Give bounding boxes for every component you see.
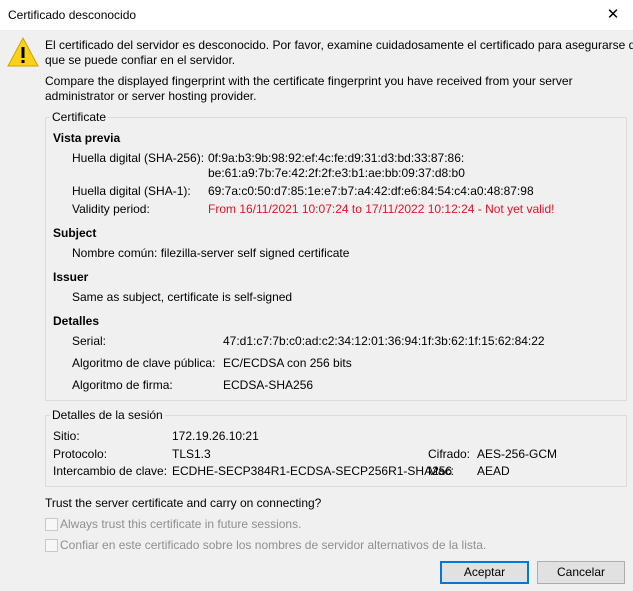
validity-label: Validity period: (72, 202, 150, 216)
kex-value: ECDHE-SECP384R1-ECDSA-SECP256R1-SHA256 (172, 464, 453, 478)
warning-icon (7, 36, 39, 67)
details-heading: Detalles (53, 314, 100, 328)
mac-value: AEAD (477, 464, 510, 478)
subject-common-name: Nombre común: filezilla-server self sign… (72, 246, 350, 260)
compare-line-1: Compare the displayed fingerprint with t… (45, 74, 573, 88)
kex-label: Intercambio de clave: (53, 464, 168, 478)
session-legend: Detalles de la sesión (50, 408, 165, 423)
serial-value: 47:d1:c7:7b:c0:ad:c2:34:12:01:36:94:1f:3… (223, 334, 545, 348)
intro-line-1: El certificado del servidor es desconoci… (45, 38, 633, 52)
close-icon[interactable]: ✕ (599, 2, 627, 28)
intro-line-2: que se puede confiar en el servidor. (45, 53, 236, 67)
issuer-heading: Issuer (53, 270, 89, 284)
accept-button[interactable]: Aceptar (440, 561, 529, 584)
sha256-value-line-1: 0f:9a:b3:9b:98:92:ef:4c:fe:d9:31:d3:bd:3… (208, 151, 465, 165)
sig-alg-value: ECDSA-SHA256 (223, 378, 314, 392)
certificate-legend: Certificate (50, 110, 109, 125)
trust-question: Trust the server certificate and carry o… (45, 496, 322, 510)
always-trust-label: Always trust this certificate in future … (60, 517, 302, 531)
protocol-value: TLS1.3 (172, 447, 211, 461)
pk-alg-value: EC/ECDSA con 256 bits (223, 356, 352, 370)
sha256-label: Huella digital (SHA-256): (72, 151, 205, 165)
host-value: 172.19.26.10:21 (172, 429, 259, 443)
protocol-label: Protocolo: (53, 447, 108, 461)
sha256-value-line-2: be:61:a9:7b:7e:42:2f:2f:e3:b1:ae:bb:09:3… (208, 166, 465, 180)
alt-names-label: Confiar en este certificado sobre los no… (60, 538, 487, 552)
issuer-text: Same as subject, certificate is self-sig… (72, 290, 293, 304)
title-bar: Certificado desconocido ✕ (0, 0, 633, 30)
compare-line-2: administrator or server hosting provider… (45, 89, 257, 103)
mac-label: Mac: (428, 464, 455, 478)
sha1-value: 69:7a:c0:50:d7:85:1e:e7:b7:a4:42:df:e6:8… (208, 184, 534, 198)
sha1-label: Huella digital (SHA-1): (72, 184, 191, 198)
cancel-button[interactable]: Cancelar (537, 561, 625, 584)
sig-alg-label: Algoritmo de firma: (72, 378, 173, 392)
preview-heading: Vista previa (53, 131, 121, 145)
alt-names-checkbox[interactable] (45, 539, 58, 552)
cipher-value: AES-256-GCM (477, 447, 558, 461)
host-label: Sitio: (53, 429, 80, 443)
pk-alg-label: Algoritmo de clave pública: (72, 356, 216, 370)
subject-heading: Subject (53, 226, 97, 240)
serial-label: Serial: (72, 334, 107, 348)
always-trust-checkbox[interactable] (45, 518, 58, 531)
validity-value: From 16/11/2021 10:07:24 to 17/11/2022 1… (208, 202, 555, 216)
cipher-label: Cifrado: (428, 447, 471, 461)
window-title: Certificado desconocido (8, 8, 137, 22)
